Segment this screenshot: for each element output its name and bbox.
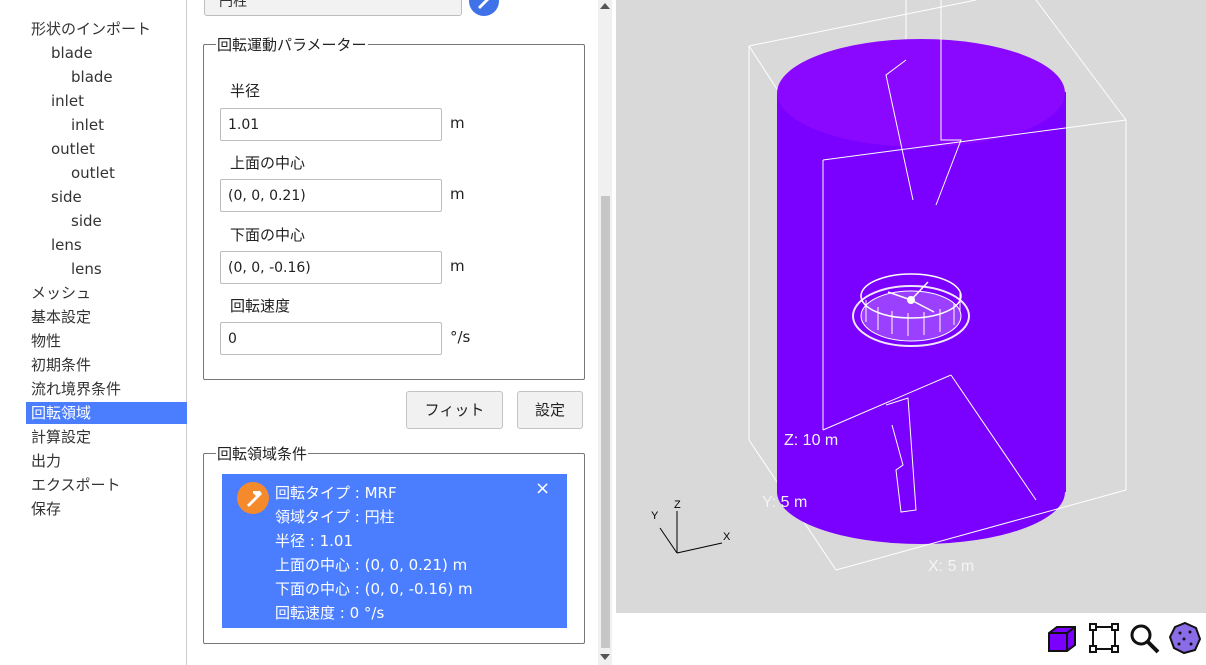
rotation-condition-card: × 回転タイプ : MRF 領域タイプ : 円柱 半径 : 1.01 上面の中心…	[222, 474, 567, 628]
rotation-parameters-legend: 回転運動パラメーター	[217, 36, 367, 54]
z-dimension-label: Z: 10 m	[784, 432, 839, 449]
axis-y-label: Y	[651, 510, 659, 522]
top-center-label: 上面の中心	[230, 154, 306, 172]
tree-item[interactable]: inlet	[26, 114, 187, 136]
rotation-speed-unit: °/s	[450, 328, 471, 346]
rotation-speed-input[interactable]	[220, 322, 442, 355]
tree-item[interactable]: inlet	[26, 90, 187, 112]
points-view-icon[interactable]	[1168, 621, 1202, 655]
rotation-conditions-legend: 回転領域条件	[217, 445, 308, 463]
condition-radius: 半径 : 1.01	[275, 532, 353, 550]
radius-input[interactable]	[220, 108, 442, 141]
scroll-up-icon[interactable]	[600, 3, 610, 9]
radius-label: 半径	[230, 82, 261, 100]
tree-item[interactable]: blade	[26, 42, 187, 64]
scrollbar-thumb[interactable]	[601, 196, 610, 648]
rotation-cylinder-top	[777, 39, 1065, 147]
radius-unit: m	[450, 114, 465, 132]
edit-shape-icon[interactable]	[469, 0, 499, 16]
tree-item[interactable]: lens	[26, 258, 187, 280]
scroll-down-icon[interactable]	[600, 654, 610, 660]
shape-type-select[interactable]: 円柱	[204, 0, 462, 16]
axis-x-label: X	[723, 531, 731, 543]
axis-z-label: Z	[674, 499, 681, 511]
top-center-unit: m	[450, 185, 465, 203]
solid-view-icon[interactable]	[1045, 621, 1079, 655]
y-dimension-label: Y: 5 m	[762, 494, 808, 511]
navigation-tree: 形状のインポート blade blade inlet inlet outlet outlet…	[0, 0, 187, 665]
tree-item[interactable]: outlet	[26, 162, 187, 184]
x-dimension-label: X: 5 m	[928, 558, 975, 575]
tree-item[interactable]: 回転領域	[26, 402, 187, 424]
condition-top-center: 上面の中心 : (0, 0, 0.21) m	[275, 556, 468, 574]
tree-item[interactable]: 出力	[26, 450, 187, 472]
tree-item[interactable]: 形状のインポート	[26, 18, 187, 40]
rotation-speed-label: 回転速度	[230, 297, 291, 315]
close-icon[interactable]: ×	[535, 480, 550, 498]
tree-item[interactable]: lens	[26, 234, 187, 256]
tree-item[interactable]: blade	[26, 66, 187, 88]
tree-item[interactable]: 基本設定	[26, 306, 187, 328]
condition-rotation-speed: 回転速度 : 0 °/s	[275, 604, 385, 622]
tree-item[interactable]: エクスポート	[26, 474, 187, 496]
set-button[interactable]: 設定	[517, 391, 583, 429]
3d-viewport[interactable]: Z: 10 m Y: 5 m X: 5 m Z X Y	[616, 0, 1206, 613]
tree-item[interactable]: 流れ境界条件	[26, 378, 187, 400]
tree-item[interactable]: 保存	[26, 498, 187, 520]
settings-panel: 円柱 回転運動パラメーター 半径 m 上面の中心 m 下面の中心 m 回転速度 …	[188, 0, 598, 665]
hammer-icon	[237, 482, 269, 514]
view-toolbar	[616, 613, 1206, 665]
rotation-cylinder-bottom	[777, 440, 1065, 544]
tree-item[interactable]: side	[26, 210, 187, 232]
tree-item[interactable]: 初期条件	[26, 354, 187, 376]
condition-bottom-center: 下面の中心 : (0, 0, -0.16) m	[275, 580, 473, 598]
axis-triad-graphic	[659, 511, 723, 554]
zoom-icon[interactable]	[1127, 621, 1161, 655]
bottom-center-unit: m	[450, 257, 465, 275]
tree-item[interactable]: 計算設定	[26, 426, 187, 448]
fit-button[interactable]: フィット	[406, 391, 503, 429]
tree-item[interactable]: 物性	[26, 330, 187, 352]
bottom-center-label: 下面の中心	[230, 226, 306, 244]
tree-item[interactable]: side	[26, 186, 187, 208]
tree-item[interactable]: outlet	[26, 138, 187, 160]
condition-region-type: 領域タイプ : 円柱	[275, 508, 395, 526]
top-center-input[interactable]	[220, 179, 442, 212]
bottom-center-input[interactable]	[220, 251, 442, 284]
bounding-box-icon[interactable]	[1087, 621, 1121, 655]
tree-item[interactable]: メッシュ	[26, 282, 187, 304]
condition-rotation-type: 回転タイプ : MRF	[275, 484, 397, 502]
